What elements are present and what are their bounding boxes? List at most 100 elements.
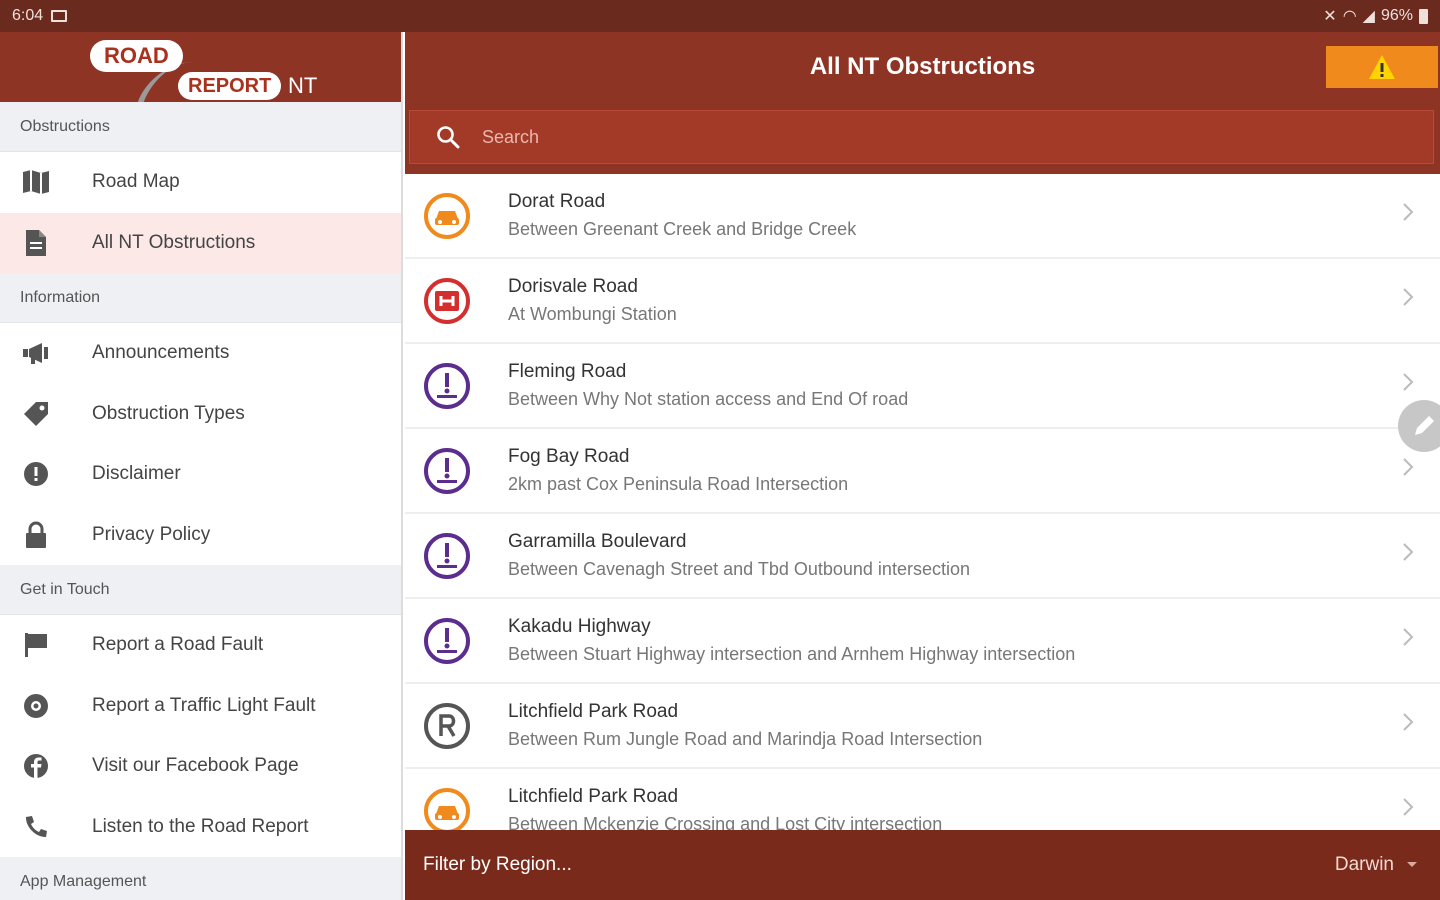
obstruction-location: 2km past Cox Peninsula Road Intersection — [508, 474, 849, 494]
obstruction-location: Between Rum Jungle Road and Marindja Roa… — [508, 729, 983, 749]
caution-obstruction-icon — [423, 362, 471, 410]
nav-item-label: Report a Road Fault — [92, 634, 264, 656]
obstruction-title: Kakadu Highway — [508, 616, 651, 637]
document-icon — [20, 227, 52, 259]
nav-item-privacy-policy[interactable]: Privacy Policy — [0, 504, 401, 565]
pencil-icon — [1415, 416, 1434, 435]
chevron-right-icon — [1402, 627, 1414, 652]
battery-level: 96% — [1380, 7, 1413, 24]
megaphone-icon — [20, 337, 52, 369]
image-notification-icon — [51, 10, 68, 22]
chevron-right-icon — [1402, 287, 1414, 312]
app-logo: ROAD REPORT NT — [0, 32, 401, 102]
obstruction-row[interactable]: Garramilla Boulevard Between Cavenagh St… — [405, 514, 1440, 599]
car-obstruction-icon — [423, 192, 471, 240]
wifi-icon: ◠ — [1342, 8, 1357, 25]
nav-item-label: All NT Obstructions — [92, 231, 256, 253]
obstruction-location: At Wombungi Station — [508, 304, 677, 324]
lock-icon — [20, 519, 52, 551]
nav-item-disclaimer[interactable]: Disclaimer — [0, 444, 401, 505]
nav-item-all-nt-obstructions[interactable]: All NT Obstructions — [0, 212, 401, 273]
app-bar: All NT Obstructions — [405, 32, 1440, 102]
obstruction-text: Fog Bay Road 2km past Cox Peninsula Road… — [508, 446, 1440, 495]
search-icon — [437, 126, 460, 149]
obstruction-title: Litchfield Park Road — [508, 786, 679, 807]
obstruction-text: Litchfield Park Road Between Rum Jungle … — [508, 701, 1440, 750]
facebook-icon — [20, 750, 52, 782]
nav-item-report-road-fault[interactable]: Report a Road Fault — [0, 615, 401, 676]
main-content: All NT Obstructions Dorat Road Between G… — [405, 32, 1440, 900]
warning-icon — [1369, 55, 1395, 79]
nav-item-label: Privacy Policy — [92, 523, 211, 545]
nav-item-facebook[interactable]: Visit our Facebook Page — [0, 736, 401, 797]
phone-icon — [20, 811, 52, 843]
obstruction-text: Dorat Road Between Greenant Creek and Br… — [508, 191, 1440, 240]
nav-item-label: Disclaimer — [92, 463, 181, 485]
obstruction-title: Fleming Road — [508, 361, 627, 382]
section-header-get-in-touch: Get in Touch — [0, 565, 401, 615]
nav-item-obstruction-types[interactable]: Obstruction Types — [0, 383, 401, 444]
chevron-right-icon — [1402, 372, 1414, 397]
chevron-right-icon — [1402, 542, 1414, 567]
chevron-right-icon — [1402, 202, 1414, 227]
obstruction-row[interactable]: Dorat Road Between Greenant Creek and Br… — [405, 174, 1440, 259]
obstruction-text: Litchfield Park Road Between Mckenzie Cr… — [508, 786, 1440, 830]
dropdown-arrow-icon — [1407, 862, 1417, 867]
caution-obstruction-icon — [423, 617, 471, 665]
section-header-app-management: App Management — [0, 857, 401, 900]
obstruction-text: Fleming Road Between Why Not station acc… — [508, 361, 1440, 410]
obstruction-row[interactable]: Litchfield Park Road Between Rum Jungle … — [405, 684, 1440, 769]
nav-item-announcements[interactable]: Announcements — [0, 323, 401, 384]
caution-obstruction-icon — [423, 447, 471, 495]
navigation-drawer: ROAD REPORT NT Obstructions Road Map All… — [0, 32, 403, 900]
nav-item-label: Announcements — [92, 342, 230, 364]
search-input[interactable] — [482, 126, 1282, 148]
caution-obstruction-icon — [423, 532, 471, 580]
traffic-light-icon — [20, 690, 52, 722]
obstruction-title: Fog Bay Road — [508, 446, 630, 467]
logo-road-text: ROAD — [90, 40, 183, 72]
restricted-obstruction-icon — [423, 702, 471, 750]
obstruction-row[interactable]: Dorisvale Road At Wombungi Station — [405, 259, 1440, 344]
search-bar — [405, 102, 1440, 174]
region-select[interactable]: Darwin — [1335, 854, 1418, 876]
obstruction-location: Between Cavenagh Street and Tbd Outbound… — [508, 559, 970, 579]
nav-item-label: Visit our Facebook Page — [92, 755, 299, 777]
chevron-right-icon — [1402, 712, 1414, 737]
nav-item-label: Report a Traffic Light Fault — [92, 694, 316, 716]
obstruction-row[interactable]: Fleming Road Between Why Not station acc… — [405, 344, 1440, 429]
obstruction-title: Dorat Road — [508, 191, 606, 212]
map-icon — [20, 166, 52, 198]
logo-nt-text: NT — [288, 73, 318, 98]
obstruction-row[interactable]: Litchfield Park Road Between Mckenzie Cr… — [405, 769, 1440, 830]
region-value: Darwin — [1334, 854, 1394, 875]
nav-item-report-traffic-light-fault[interactable]: Report a Traffic Light Fault — [0, 675, 401, 736]
chevron-right-icon — [1402, 797, 1414, 822]
mute-icon: ✕ — [1323, 8, 1337, 25]
nav-item-road-map[interactable]: Road Map — [0, 152, 401, 213]
obstruction-location: Between Greenant Creek and Bridge Creek — [508, 219, 857, 239]
obstruction-row[interactable]: Fog Bay Road 2km past Cox Peninsula Road… — [405, 429, 1440, 514]
obstruction-location: Between Why Not station access and End O… — [508, 389, 909, 409]
alert-circle-icon — [20, 458, 52, 490]
section-header-information: Information — [0, 273, 401, 323]
nav-item-label: Road Map — [92, 171, 180, 193]
closed-obstruction-icon — [423, 277, 471, 325]
obstruction-title: Garramilla Boulevard — [508, 531, 687, 552]
status-time: 6:04 — [12, 7, 44, 24]
chevron-right-icon — [1402, 457, 1414, 482]
obstruction-title: Litchfield Park Road — [508, 701, 679, 722]
section-header-obstructions: Obstructions — [0, 102, 401, 152]
battery-icon — [1419, 8, 1428, 24]
obstruction-text: Dorisvale Road At Wombungi Station — [508, 276, 1440, 325]
obstruction-text: Garramilla Boulevard Between Cavenagh St… — [508, 531, 1440, 580]
signal-icon: ◢ — [1362, 8, 1375, 25]
region-filter-bar[interactable]: Filter by Region... Darwin — [405, 830, 1440, 900]
obstruction-row[interactable]: Kakadu Highway Between Stuart Highway in… — [405, 599, 1440, 684]
obstruction-text: Kakadu Highway Between Stuart Highway in… — [508, 616, 1440, 665]
nav-item-listen-road-report[interactable]: Listen to the Road Report — [0, 796, 401, 857]
car-obstruction-icon — [423, 787, 471, 830]
search-box[interactable] — [409, 110, 1434, 164]
page-title: All NT Obstructions — [809, 53, 1036, 80]
warning-button[interactable] — [1326, 46, 1438, 88]
